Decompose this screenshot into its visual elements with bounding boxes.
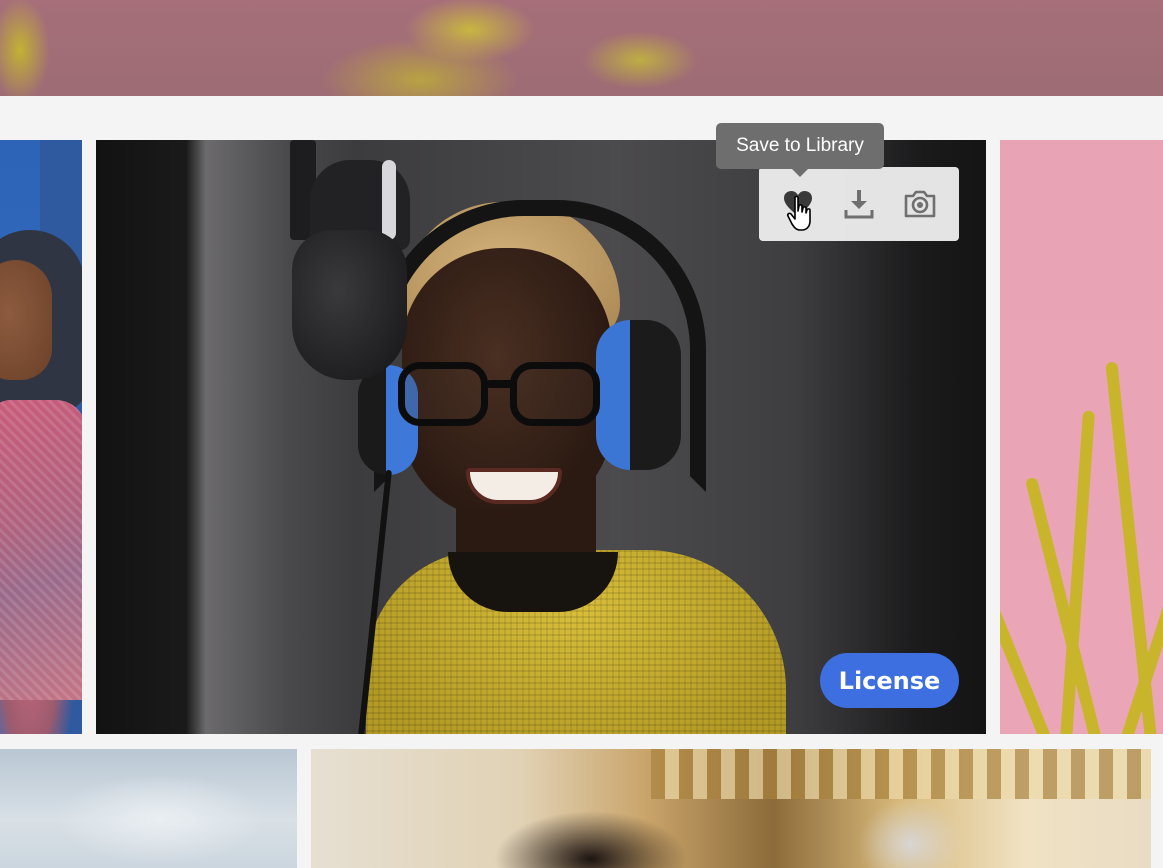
photo-detail [651,749,1151,799]
photo-detail [596,320,681,470]
photo-detail [0,260,52,380]
thumbnail-right-pink-plant[interactable] [1000,140,1163,734]
photo-detail [398,362,608,434]
photo-detail [0,400,82,700]
photo-detail [382,160,396,240]
download-icon [844,190,874,219]
heart-icon [783,191,812,216]
photo-detail [292,230,407,380]
thumbnail-left-hijab-woman[interactable] [0,140,82,734]
photo-detail [466,468,562,504]
download-button[interactable] [834,179,884,229]
photo-detail [1105,361,1157,734]
license-button[interactable]: License [820,653,959,708]
image-action-toolbar [759,167,959,241]
thumbnail-top[interactable] [0,0,1163,96]
save-to-library-tooltip: Save to Library [716,123,884,177]
thumbnail-bottom-left-sky[interactable] [0,749,297,868]
camera-icon [905,190,936,218]
save-to-library-button[interactable] [773,179,823,229]
photo-detail [1000,570,1052,734]
find-similar-button[interactable] [895,179,945,229]
thumbnail-bottom-right-people[interactable] [311,749,1151,868]
